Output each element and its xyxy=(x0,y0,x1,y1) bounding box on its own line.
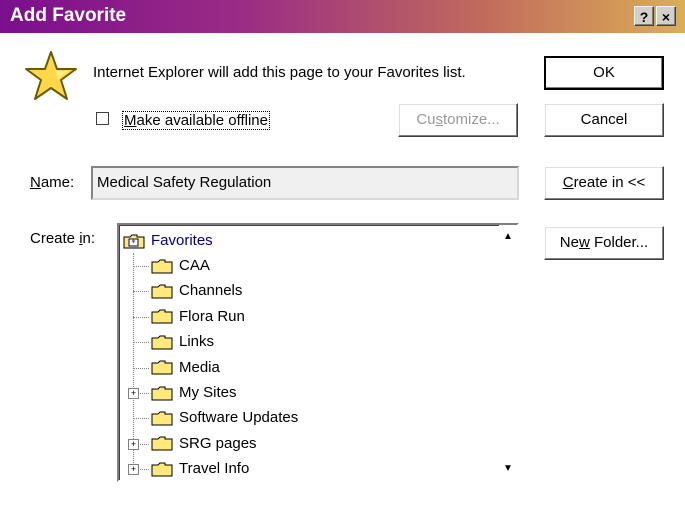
tree-item-label: SRG pages xyxy=(179,434,257,452)
help-button[interactable]: ? xyxy=(634,6,654,26)
tree-root-label: Favorites xyxy=(151,232,213,249)
tree-item[interactable]: + Travel Info xyxy=(128,457,250,480)
name-input[interactable]: Medical Safety Regulation xyxy=(91,166,519,200)
window-title: Add Favorite xyxy=(10,5,127,26)
folder-icon xyxy=(151,436,173,451)
tree-item-label: Media xyxy=(179,358,220,376)
ok-button[interactable]: OK xyxy=(544,56,664,90)
folder-icon xyxy=(151,386,173,401)
folder-icon xyxy=(151,309,173,324)
tree-item-label: CAA xyxy=(179,257,210,274)
tree-branch-line xyxy=(133,316,149,318)
new-folder-button[interactable]: New Folder... xyxy=(544,226,664,260)
tree-item[interactable]: Links xyxy=(133,330,215,354)
tree-item[interactable]: + My Sites xyxy=(128,381,237,405)
tree-item-label: Travel Info xyxy=(179,460,250,478)
tree-item[interactable]: Channels xyxy=(133,279,243,303)
scroll-up-arrow-icon[interactable]: ▲ xyxy=(501,231,515,242)
tree-branch-line xyxy=(133,418,149,420)
create-in-button[interactable]: Create in << xyxy=(544,166,664,200)
svg-text:*: * xyxy=(132,238,136,247)
tree-guide-line xyxy=(133,253,134,469)
tree-item[interactable]: Software Updates xyxy=(133,406,299,430)
tree-scrollbar[interactable]: ▲ ▼ xyxy=(499,225,517,480)
close-button[interactable]: × xyxy=(656,6,676,26)
tree-branch-line xyxy=(133,291,149,293)
offline-label[interactable]: Make available offline xyxy=(122,111,270,130)
tree-item-label: Flora Run xyxy=(179,307,245,325)
expand-plus-icon[interactable]: + xyxy=(128,438,139,450)
tree-root-favorites[interactable]: * Favorites xyxy=(123,229,213,253)
favorites-folder-icon: * xyxy=(123,234,145,249)
folder-icon xyxy=(151,335,173,350)
expand-plus-icon[interactable]: + xyxy=(128,388,139,399)
tree-item-label: Links xyxy=(179,333,215,351)
title-bar: Add Favorite ? × xyxy=(0,0,685,33)
tree-item[interactable]: Media xyxy=(133,356,220,380)
tree-branch-line xyxy=(133,342,149,344)
folder-icon xyxy=(151,284,173,299)
scroll-down-arrow-icon[interactable]: ▼ xyxy=(501,463,515,474)
tree-item-label: Software Updates xyxy=(179,409,299,427)
favorite-star-icon xyxy=(25,51,77,100)
tree-branch-line xyxy=(133,266,149,267)
info-message: Internet Explorer will add this page to … xyxy=(93,64,466,81)
folder-icon xyxy=(151,411,173,426)
folder-icon xyxy=(151,360,173,375)
tree-item-label: My Sites xyxy=(179,384,237,401)
offline-checkbox[interactable] xyxy=(96,112,109,125)
customize-button[interactable]: Customize... xyxy=(398,103,518,137)
folder-icon xyxy=(151,259,173,274)
tree-branch-line xyxy=(133,367,149,369)
tree-item[interactable]: Flora Run xyxy=(133,305,245,329)
create-in-label: Create in: xyxy=(30,230,96,247)
name-label: Name: xyxy=(30,174,75,191)
tree-item[interactable]: + SRG pages xyxy=(128,432,257,456)
expand-plus-icon[interactable]: + xyxy=(128,464,139,476)
cancel-button[interactable]: Cancel xyxy=(544,103,664,137)
tree-item[interactable]: CAA xyxy=(133,254,210,278)
folder-icon xyxy=(151,462,173,477)
folder-tree[interactable]: * Favorites CAA Channels Flora Run Links Med… xyxy=(117,223,519,482)
tree-item-label: Channels xyxy=(179,282,243,300)
